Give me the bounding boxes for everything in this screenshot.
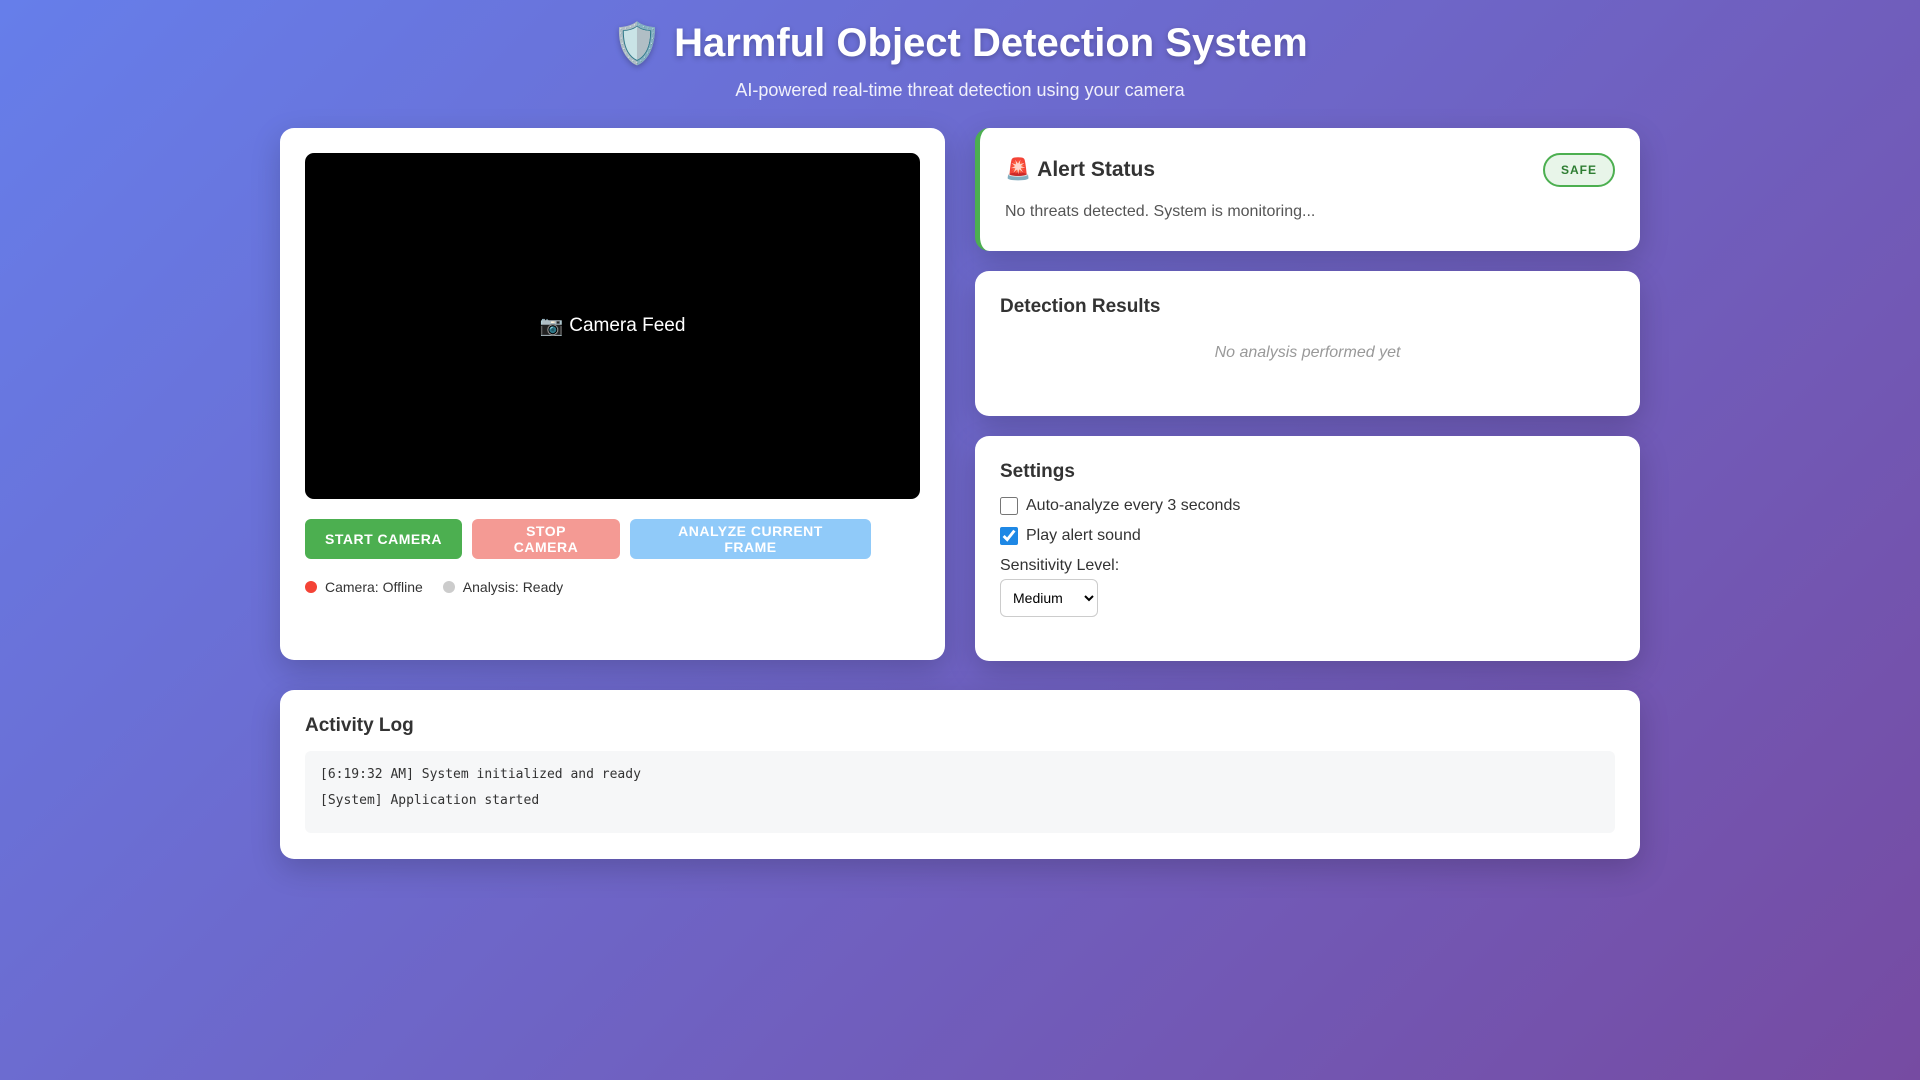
analysis-status-dot-icon — [442, 581, 455, 593]
activity-log-box: [6:19:32 AM] System initialized and read… — [305, 751, 1615, 833]
camera-feed: 📷 Camera Feed — [305, 153, 920, 499]
auto-analyze-label: Auto-analyze every 3 seconds — [1026, 497, 1241, 514]
camera-feed-label: Camera Feed — [569, 315, 686, 336]
activity-log-title: Activity Log — [305, 715, 414, 736]
camera-status: Camera: Offline — [305, 579, 423, 595]
sensitivity-label: Sensitivity Level: — [1000, 557, 1120, 574]
alert-message: No threats detected. System is monitorin… — [1005, 203, 1316, 220]
log-line: [System] Application started — [320, 793, 540, 808]
stop-camera-button[interactable]: STOP CAMERA — [472, 519, 620, 559]
siren-icon: 🚨 — [1005, 158, 1032, 181]
settings-card: Settings Auto-analyze every 3 seconds Pl… — [975, 436, 1640, 661]
right-column: 🚨 Alert Status SAFE No threats detected.… — [975, 128, 1640, 661]
status-badge: SAFE — [1542, 153, 1615, 187]
analysis-status-text: Analysis: Ready — [462, 579, 564, 595]
camera-icon: 📷 — [539, 316, 564, 337]
start-camera-button[interactable]: START CAMERA — [305, 519, 462, 559]
alert-sound-label: Play alert sound — [1026, 527, 1141, 544]
page-title: 🛡️ Harmful Object Detection System — [0, 18, 1920, 68]
analyze-frame-button[interactable]: ANALYZE CURRENT FRAME — [630, 519, 871, 559]
shield-icon: 🛡️ — [612, 21, 663, 66]
sensitivity-select[interactable]: Medium — [1000, 579, 1098, 617]
detection-results-empty: No analysis performed yet — [1214, 344, 1401, 361]
activity-log-card: Activity Log [6:19:32 AM] System initial… — [280, 690, 1640, 859]
page-title-text: Harmful Object Detection System — [674, 20, 1308, 65]
detection-results-title: Detection Results — [1000, 296, 1161, 317]
camera-status-dot-icon — [305, 581, 317, 593]
page-subtitle: AI-powered real-time threat detection us… — [735, 80, 1185, 100]
camera-card: 📷 Camera Feed START CAMERA STOP CAMERA A… — [280, 128, 945, 660]
alert-sound-checkbox[interactable] — [1000, 527, 1018, 545]
alert-title-text: Alert Status — [1037, 158, 1156, 181]
main-grid: 📷 Camera Feed START CAMERA STOP CAMERA A… — [280, 128, 1640, 661]
analysis-status: Analysis: Ready — [442, 579, 564, 595]
alert-title: 🚨 Alert Status — [1005, 158, 1155, 182]
header: 🛡️ Harmful Object Detection System AI-po… — [0, 0, 1920, 101]
alert-header: 🚨 Alert Status SAFE — [1005, 153, 1615, 187]
status-row: Camera: Offline Analysis: Ready — [305, 579, 920, 595]
log-line: [6:19:32 AM] System initialized and read… — [320, 767, 641, 782]
alert-sound-setting[interactable]: Play alert sound — [1000, 527, 1615, 545]
alert-status-card: 🚨 Alert Status SAFE No threats detected.… — [975, 128, 1640, 251]
detection-results-card: Detection Results No analysis performed … — [975, 271, 1640, 416]
auto-analyze-setting[interactable]: Auto-analyze every 3 seconds — [1000, 497, 1615, 515]
settings-title: Settings — [1000, 461, 1075, 482]
camera-controls: START CAMERA STOP CAMERA ANALYZE CURRENT… — [305, 519, 920, 559]
auto-analyze-checkbox[interactable] — [1000, 497, 1018, 515]
camera-status-text: Camera: Offline — [325, 579, 423, 595]
